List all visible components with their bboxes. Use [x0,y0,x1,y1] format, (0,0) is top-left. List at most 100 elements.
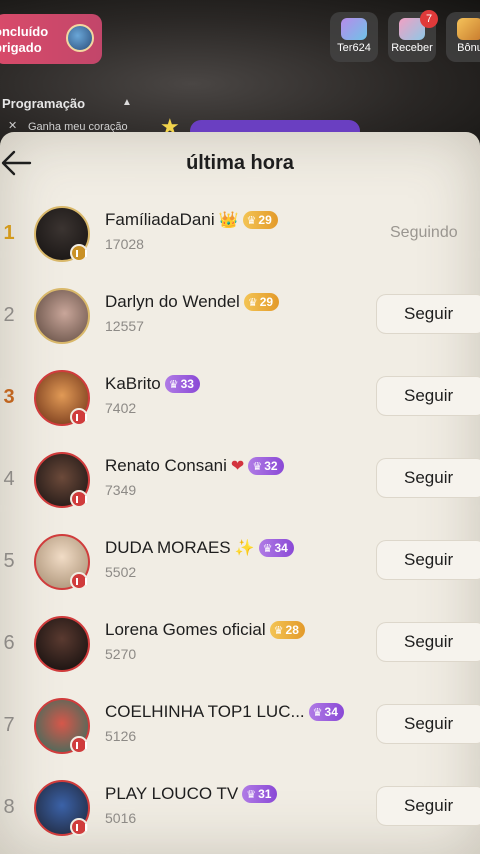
rank-number: 6 [3,632,15,654]
score: 5502 [105,564,137,580]
program-title[interactable]: Programação [2,96,85,111]
level-badge-icon: ♛ [246,788,257,801]
username[interactable]: KaBrito [105,374,161,394]
rank-number: 4 [3,468,15,490]
live-stream-background: oncluído brigado Ter624 Receber 7 Bônu P… [0,0,480,140]
avatar[interactable] [34,616,90,672]
receber-button[interactable]: Receber 7 [388,10,438,62]
gift-shell-icon [341,18,367,40]
level-badge: ♛ 28 [269,621,305,639]
follow-button[interactable]: Seguir [376,786,480,826]
live-indicator-icon [70,408,88,426]
score: 7402 [105,400,137,416]
name-emoji: 👑 [218,212,239,229]
level-badge-icon: ♛ [252,460,263,473]
level-badge-icon: ♛ [168,378,179,391]
level-number: 34 [274,541,288,555]
rank-number: 5 [3,550,15,572]
follow-button[interactable]: Seguir [376,376,480,416]
level-badge: ♛ 34 [258,539,294,557]
name-line: PLAY LOUCO TV ♛ 31 [105,784,278,804]
name-line: DUDA MORAES ✨ ♛ 34 [105,538,294,558]
rank-number: 2 [3,304,15,326]
name-line: Darlyn do Wendel ♛ 29 [105,292,280,312]
follow-button[interactable]: Seguir [376,458,480,498]
level-badge: ♛ 32 [248,457,284,475]
name-emoji: ❤ [230,458,245,475]
username[interactable]: DUDA MORAES [105,538,231,558]
level-badge: ♛ 34 [308,703,344,721]
score: 5016 [105,810,137,826]
ter-button[interactable]: Ter624 [330,12,378,62]
ranking-row[interactable]: 7 COELHINHA TOP1 LUC... ♛ 34 5126 Seguir [0,686,480,768]
ranking-sheet: última hora 1 FamíliadaDani 👑 ♛ 29 17028 Segui… [0,132,480,854]
ranking-row[interactable]: 1 FamíliadaDani 👑 ♛ 29 17028 Seguindo [0,194,480,276]
username[interactable]: COELHINHA TOP1 LUC... [105,702,305,722]
level-badge: ♛ 29 [243,293,280,311]
level-number: 28 [285,623,299,637]
level-badge-icon: ♛ [273,624,284,637]
level-badge: ♛ 33 [164,375,200,393]
score: 7349 [105,482,137,498]
sheet-header: última hora [0,132,480,194]
ranking-row[interactable]: 8 PLAY LOUCO TV ♛ 31 5016 Seguir [0,768,480,850]
level-number: 32 [264,459,278,473]
follow-button[interactable]: Seguir [376,540,480,580]
ter-button-label: Ter624 [337,42,371,54]
bonus-button-label: Bônu [457,42,480,54]
score: 12557 [105,318,144,334]
rank-number: 8 [3,796,15,818]
follow-button[interactable]: Seguir [376,622,480,662]
follow-button[interactable]: Seguir [376,704,480,744]
ranking-row[interactable]: 2 Darlyn do Wendel ♛ 29 12557 Seguir [0,276,480,358]
notice-avatar [66,24,94,52]
level-badge-icon: ♛ [247,296,258,309]
live-indicator-icon [70,244,88,262]
notification-badge: 7 [420,10,438,28]
level-number: 29 [258,213,272,227]
live-indicator-icon [70,490,88,508]
score: 5270 [105,646,137,662]
treasure-chest-icon [457,18,480,40]
live-indicator-icon [70,736,88,754]
level-badge-icon: ♛ [246,214,257,227]
level-number: 31 [258,787,272,801]
score: 17028 [105,236,144,252]
username[interactable]: Renato Consani [105,456,227,476]
avatar[interactable] [34,288,90,344]
ranking-row[interactable]: 6 Lorena Gomes oficial ♛ 28 5270 Seguir [0,604,480,686]
name-line: FamíliadaDani 👑 ♛ 29 [105,210,278,230]
caret-up-icon[interactable]: ▲ [122,97,132,108]
level-number: 34 [324,705,338,719]
level-badge-icon: ♛ [312,706,323,719]
username[interactable]: Darlyn do Wendel [105,292,240,312]
username[interactable]: FamíliadaDani [105,210,215,230]
name-emoji: ✨ [234,540,255,557]
bonus-button[interactable]: Bônu [446,12,480,62]
ranking-row[interactable]: 3 KaBrito ♛ 33 7402 Seguir [0,358,480,440]
name-line: KaBrito ♛ 33 [105,374,200,394]
level-badge: ♛ 31 [242,785,278,803]
ranking-row[interactable]: 5 DUDA MORAES ✨ ♛ 34 5502 Seguir [0,522,480,604]
username[interactable]: PLAY LOUCO TV [105,784,238,804]
ranking-row[interactable]: 4 Renato Consani ❤ ♛ 32 7349 Seguir [0,440,480,522]
level-number: 29 [259,295,274,309]
live-indicator-icon [70,818,88,836]
notice-card[interactable]: oncluído brigado [0,14,102,64]
score: 5126 [105,728,137,744]
rank-number: 3 [3,386,15,408]
name-line: COELHINHA TOP1 LUC... ♛ 34 [105,702,344,722]
sheet-title: última hora [186,152,294,174]
username[interactable]: Lorena Gomes oficial [105,620,266,640]
level-badge-icon: ♛ [262,542,273,555]
live-indicator-icon [70,572,88,590]
name-line: Renato Consani ❤ ♛ 32 [105,456,284,476]
level-number: 33 [180,377,194,391]
following-label[interactable]: Seguindo [390,224,458,242]
receber-button-label: Receber [391,42,433,54]
rank-number: 7 [3,714,15,736]
name-line: Lorena Gomes oficial ♛ 28 [105,620,305,640]
rank-number: 1 [3,222,15,244]
close-icon[interactable]: ✕ [8,119,17,132]
follow-button[interactable]: Seguir [376,294,480,334]
